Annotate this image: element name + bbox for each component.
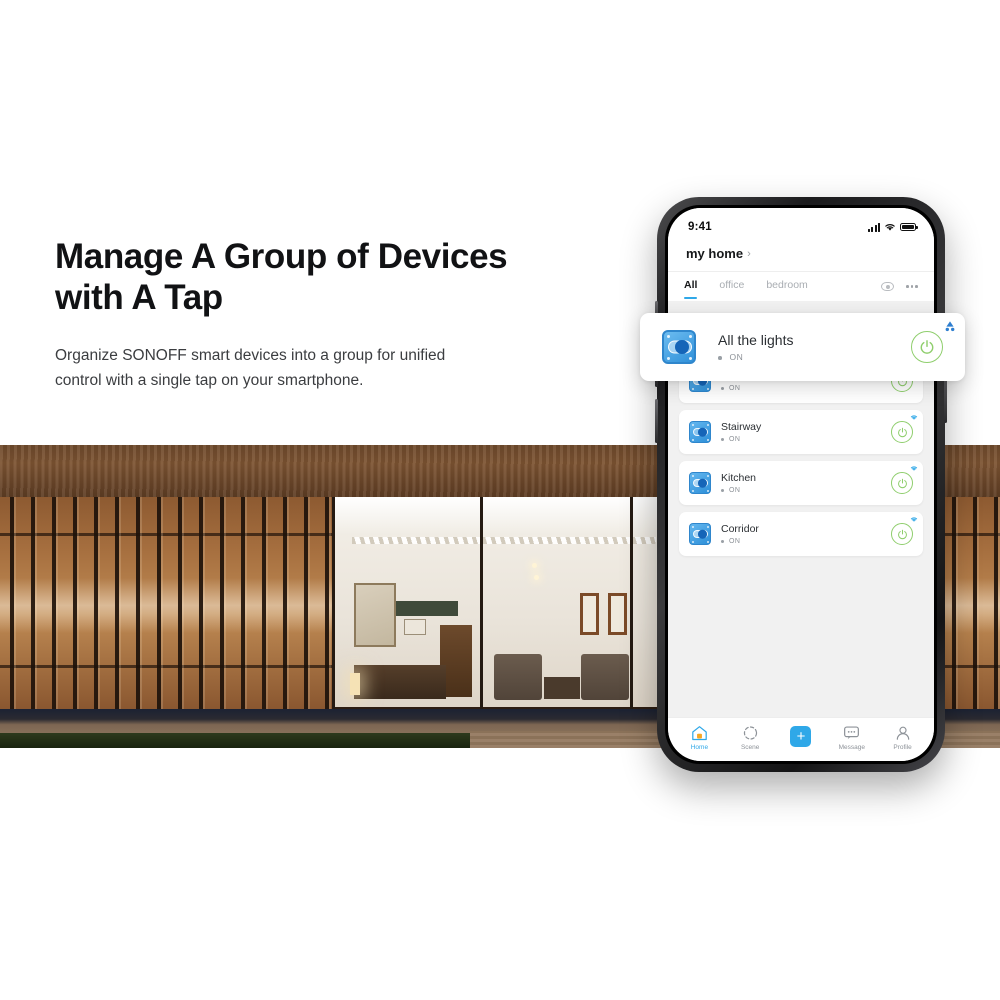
device-text: Stairway ON xyxy=(721,421,891,443)
battery-icon xyxy=(900,222,918,232)
device-text: Kitchen ON xyxy=(721,472,891,494)
device-status-text: ON xyxy=(729,487,741,495)
interior-armchair-left xyxy=(494,654,542,700)
power-toggle-button[interactable] xyxy=(891,472,913,494)
device-text: Corridor ON xyxy=(721,523,891,545)
nav-label-message: Message xyxy=(838,744,865,751)
phone-mockup: 9:41 my home › All office bedroom ON Sta… xyxy=(655,197,947,772)
power-icon xyxy=(897,529,907,539)
device-status-text: ON xyxy=(729,436,741,444)
signal-bars-icon xyxy=(867,222,880,232)
eye-icon[interactable] xyxy=(881,282,895,291)
group-card-status-text: ON xyxy=(729,352,744,362)
status-bar: 9:41 xyxy=(668,208,934,240)
scene-icon xyxy=(741,724,759,741)
nav-item-scene[interactable]: Scene xyxy=(727,724,773,751)
interior-framed-print-left xyxy=(580,593,599,635)
profile-icon xyxy=(894,724,912,741)
interior-bench xyxy=(354,665,446,699)
power-toggle-button[interactable] xyxy=(891,523,913,545)
group-card-text: All the lights ON xyxy=(718,332,911,362)
home-icon xyxy=(690,724,708,741)
group-icon xyxy=(944,319,956,332)
room-tab-bar: All office bedroom xyxy=(668,271,934,301)
interior-floor-lamp xyxy=(350,673,360,695)
bottom-navigation: Home Scene + Message Profile xyxy=(668,717,934,761)
nav-label-home: Home xyxy=(690,744,709,751)
page-subtitle: Organize SONOFF smart devices into a gro… xyxy=(55,347,446,389)
device-name: Stairway xyxy=(721,420,762,433)
smart-switch-icon xyxy=(662,330,696,364)
power-icon xyxy=(897,427,907,437)
device-status: ON xyxy=(721,385,891,392)
smart-switch-icon xyxy=(689,523,711,545)
device-row-stairway[interactable]: Stairway ON xyxy=(679,410,923,454)
tab-office[interactable]: office xyxy=(719,279,744,294)
nav-item-add[interactable]: + xyxy=(778,725,824,750)
phone-volume-down-button[interactable] xyxy=(655,399,658,443)
device-row-corridor[interactable]: Corridor ON xyxy=(679,512,923,556)
page-title: Manage A Group of Devices with A Tap xyxy=(55,237,508,318)
plus-icon[interactable]: + xyxy=(790,725,812,747)
wifi-icon xyxy=(910,516,918,524)
nav-label-scene: Scene xyxy=(740,744,760,751)
device-name: Corridor xyxy=(721,522,759,535)
interior-ceiling xyxy=(332,497,662,535)
wooden-louvre-screen-left xyxy=(0,497,332,709)
interior-artwork-small xyxy=(404,619,426,635)
group-card-all-the-lights[interactable]: All the lights ON xyxy=(640,313,965,381)
status-bar-time: 9:41 xyxy=(688,221,712,233)
photo-lawn xyxy=(0,733,470,748)
device-status-text: ON xyxy=(729,538,741,546)
interior-coffee-table xyxy=(544,677,580,699)
device-status: ON xyxy=(721,487,891,494)
louvre-rail xyxy=(0,533,332,536)
louvre-rail xyxy=(0,665,332,668)
photo-interior xyxy=(332,497,662,707)
ellipsis-icon[interactable] xyxy=(906,285,918,288)
interior-downlight xyxy=(532,563,537,568)
app-header: my home › xyxy=(668,240,934,271)
glass-mullion xyxy=(630,497,633,709)
phone-screen: 9:41 my home › All office bedroom ON Sta… xyxy=(668,208,934,761)
group-card-status: ON xyxy=(718,352,911,362)
chevron-right-icon[interactable]: › xyxy=(747,248,751,260)
wifi-icon xyxy=(885,224,895,231)
interior-artwork-large xyxy=(354,583,396,647)
device-name: Kitchen xyxy=(721,471,757,484)
smart-switch-icon xyxy=(689,421,711,443)
glass-mullion xyxy=(480,497,483,709)
group-power-toggle-button[interactable] xyxy=(911,331,943,363)
glass-mullion xyxy=(332,497,335,709)
louvre-glow xyxy=(0,577,332,633)
device-status-text: ON xyxy=(729,385,741,393)
interior-green-band xyxy=(394,601,458,616)
group-card-name: All the lights xyxy=(718,332,794,348)
power-icon xyxy=(920,340,934,354)
interior-armchair-right xyxy=(581,654,629,700)
home-selector-label[interactable]: my home xyxy=(686,246,743,261)
interior-framed-print-right xyxy=(608,593,627,635)
device-status: ON xyxy=(721,436,891,443)
status-bar-icons xyxy=(867,222,918,232)
tab-all[interactable]: All xyxy=(684,279,698,299)
wifi-icon xyxy=(910,414,918,422)
nav-label-profile: Profile xyxy=(893,744,912,751)
message-icon xyxy=(843,724,861,741)
interior-downlight xyxy=(534,575,539,580)
device-row-kitchen[interactable]: Kitchen ON xyxy=(679,461,923,505)
nav-item-home[interactable]: Home xyxy=(676,724,722,751)
interior-ceiling-slots xyxy=(352,537,656,544)
tab-bedroom[interactable]: bedroom xyxy=(766,279,807,294)
nav-item-message[interactable]: Message xyxy=(829,724,875,751)
promo-page: Manage A Group of Devices with A Tap Org… xyxy=(0,0,1000,1000)
power-icon xyxy=(897,478,907,488)
smart-switch-icon xyxy=(689,472,711,494)
power-toggle-button[interactable] xyxy=(891,421,913,443)
nav-item-profile[interactable]: Profile xyxy=(880,724,926,751)
device-status: ON xyxy=(721,538,891,545)
phone-bezel: 9:41 my home › All office bedroom ON Sta… xyxy=(665,205,937,764)
wifi-icon xyxy=(910,465,918,473)
